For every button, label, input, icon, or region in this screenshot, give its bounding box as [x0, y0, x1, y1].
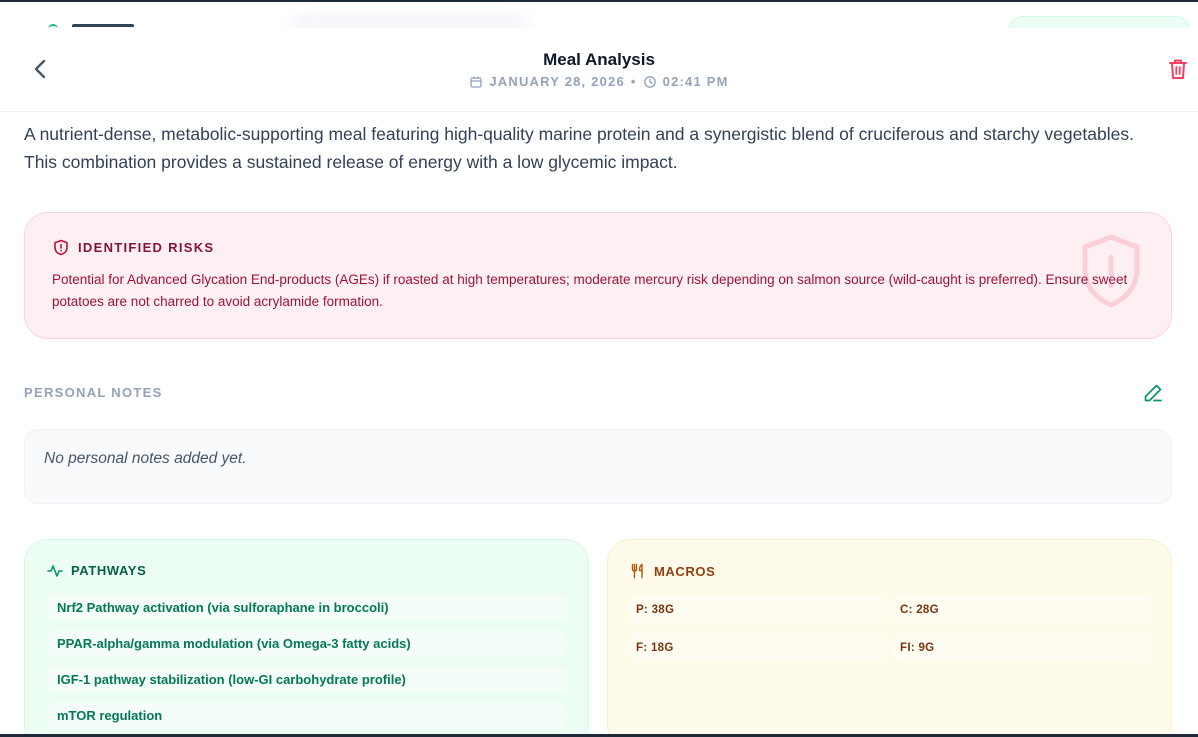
macro-protein: P: 38G: [630, 595, 886, 624]
edit-notes-button[interactable]: [1140, 380, 1166, 406]
meal-summary: A nutrient-dense, metabolic-supporting m…: [24, 124, 1134, 172]
macros-card: MACROS P: 38G C: 28G F: 18G FI: 9G: [607, 539, 1172, 737]
risks-title: IDENTIFIED RISKS: [78, 240, 215, 255]
clock-icon: [643, 75, 657, 89]
meal-timestamp: JANUARY 28, 2026 • 02:41 PM: [0, 74, 1198, 89]
calendar-icon: [469, 75, 483, 89]
pathway-item: mTOR regulation: [47, 702, 567, 729]
pathways-card: PATHWAYS Nrf2 Pathway activation (via su…: [24, 539, 589, 737]
meta-separator: •: [630, 74, 637, 89]
macro-fiber: FI: 9G: [894, 633, 1150, 662]
risks-text: Potential for Advanced Glycation End-pro…: [52, 272, 1128, 309]
meal-date: JANUARY 28, 2026: [489, 74, 625, 89]
pathways-title: PATHWAYS: [71, 563, 147, 578]
pathway-item: PPAR-alpha/gamma modulation (via Omega-3…: [47, 630, 567, 657]
trash-icon: [1169, 59, 1187, 79]
activity-icon: [47, 564, 63, 577]
pathway-item: IGF-1 pathway stabilization (low-GI carb…: [47, 666, 567, 693]
shield-alert-icon: [54, 239, 68, 256]
notes-label: PERSONAL NOTES: [24, 385, 163, 400]
page-title: Meal Analysis: [543, 50, 655, 69]
pathways-list: Nrf2 Pathway activation (via sulforaphan…: [47, 594, 567, 737]
pathway-item: Nrf2 Pathway activation (via sulforaphan…: [47, 594, 567, 621]
macros-header: MACROS: [630, 563, 715, 579]
macros-title: MACROS: [654, 563, 716, 579]
macro-carbs: C: 28G: [894, 595, 1150, 624]
macros-grid: P: 38G C: 28G F: 18G FI: 9G: [630, 595, 1150, 662]
utensils-icon: [631, 563, 643, 579]
macro-fat: F: 18G: [630, 633, 886, 662]
background-app-header: [0, 2, 1198, 30]
meal-time: 02:41 PM: [662, 74, 729, 89]
risks-header: IDENTIFIED RISKS: [53, 239, 214, 256]
risks-card: IDENTIFIED RISKS Potential for Advanced …: [24, 212, 1172, 339]
notes-box[interactable]: No personal notes added yet.: [24, 429, 1172, 504]
meal-analysis-panel: Meal Analysis JANUARY 28, 2026 • 02:41 P…: [0, 28, 1198, 737]
panel-header: Meal Analysis JANUARY 28, 2026 • 02:41 P…: [0, 28, 1198, 112]
notes-placeholder: No personal notes added yet.: [44, 450, 247, 467]
delete-button[interactable]: [1166, 56, 1190, 82]
pencil-icon: [1144, 384, 1162, 402]
pathways-header: PATHWAYS: [47, 563, 146, 578]
